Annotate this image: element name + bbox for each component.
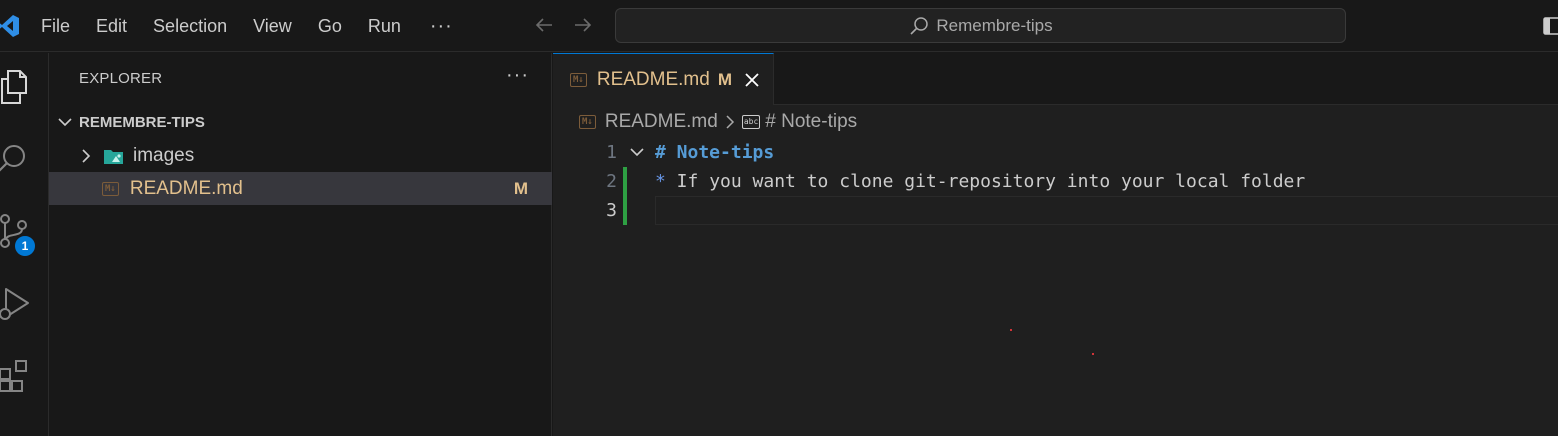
run-debug-icon[interactable] xyxy=(0,283,32,323)
cursor-artifact-dot xyxy=(1092,353,1094,355)
chevron-right-icon xyxy=(726,115,734,129)
command-center-search[interactable]: Remembre-tips xyxy=(615,8,1346,43)
editor-area: M↓ README.md M M↓ README.md abc # Note-t… xyxy=(553,53,1558,436)
tab-bar: M↓ README.md M xyxy=(553,53,1558,105)
string-symbol-icon: abc xyxy=(741,115,761,129)
code-heading: # Note-tips xyxy=(655,142,775,163)
vscode-logo-icon xyxy=(0,15,19,37)
markdown-file-icon: M↓ xyxy=(570,72,587,87)
git-modified-indicator xyxy=(623,167,627,196)
toggle-sidebar-icon[interactable] xyxy=(1543,16,1558,36)
search-icon xyxy=(910,16,929,35)
code-text: If you want to clone git-repository into… xyxy=(665,171,1306,192)
markdown-file-icon: M↓ xyxy=(579,115,596,129)
images-folder-icon xyxy=(104,149,123,164)
menu-edit[interactable]: Edit xyxy=(83,10,140,42)
code-line-current: 3 xyxy=(553,196,1558,225)
search-icon[interactable] xyxy=(0,139,32,179)
cursor-artifact-dot xyxy=(1010,329,1012,331)
sidebar-title: EXPLORER xyxy=(79,70,163,87)
menu-go[interactable]: Go xyxy=(305,10,355,42)
activity-bar: 1 xyxy=(0,53,49,436)
tree-item-images[interactable]: images xyxy=(49,139,552,172)
chevron-right-icon xyxy=(82,148,91,163)
menu-view[interactable]: View xyxy=(240,10,305,42)
tree-item-label: README.md xyxy=(129,177,243,199)
title-bar: File Edit Selection View Go Run ··· Reme… xyxy=(0,0,1558,52)
tab-label: README.md xyxy=(596,68,710,90)
command-center-text: Remembre-tips xyxy=(936,15,1053,35)
explorer-icon[interactable] xyxy=(0,67,32,107)
tree-item-readme[interactable]: M↓ README.md M xyxy=(49,172,552,205)
tab-readme[interactable]: M↓ README.md M xyxy=(553,53,774,105)
explorer-sidebar: EXPLORER ··· REMEMBRE-TIPS images M↓ REA… xyxy=(49,53,552,436)
sidebar-more-button[interactable]: ··· xyxy=(506,64,529,87)
code-editor[interactable]: 1 # Note-tips 2 * If you want to clone g… xyxy=(553,138,1558,225)
extensions-icon[interactable] xyxy=(0,355,32,395)
menu-bar: File Edit Selection View Go Run ··· xyxy=(28,0,469,52)
breadcrumb-file[interactable]: README.md xyxy=(605,111,718,133)
tree-item-label: images xyxy=(133,144,195,166)
breadcrumb-symbol[interactable]: # Note-tips xyxy=(765,111,857,133)
chevron-down-icon xyxy=(58,118,72,127)
back-arrow-icon[interactable] xyxy=(533,14,555,36)
close-icon[interactable] xyxy=(744,72,760,88)
line-number: 2 xyxy=(606,171,617,192)
current-line-highlight xyxy=(655,196,1558,225)
fold-chevron-icon[interactable] xyxy=(629,144,645,160)
code-line: 1 # Note-tips xyxy=(553,138,1558,167)
menu-selection[interactable]: Selection xyxy=(140,10,240,42)
code-bullet-line: * If you want to clone git-repository in… xyxy=(655,167,1305,196)
menu-file[interactable]: File xyxy=(28,10,83,42)
line-number: 1 xyxy=(606,142,617,163)
forward-arrow-icon[interactable] xyxy=(572,14,594,36)
list-bullet: * xyxy=(655,171,666,192)
workspace-folder-name: REMEMBRE-TIPS xyxy=(79,113,205,131)
code-line: 2 * If you want to clone git-repository … xyxy=(553,167,1558,196)
source-control-badge: 1 xyxy=(13,234,37,258)
breadcrumb: M↓ README.md abc # Note-tips xyxy=(579,110,857,134)
git-status-badge: M xyxy=(513,178,528,198)
menu-run[interactable]: Run xyxy=(355,10,414,42)
menu-more-button[interactable]: ··· xyxy=(414,15,469,38)
tab-git-status: M xyxy=(717,69,732,89)
markdown-file-icon: M↓ xyxy=(102,181,119,196)
workspace-folder-header[interactable]: REMEMBRE-TIPS xyxy=(49,108,552,136)
line-number: 3 xyxy=(606,200,617,221)
git-modified-indicator xyxy=(623,196,627,225)
